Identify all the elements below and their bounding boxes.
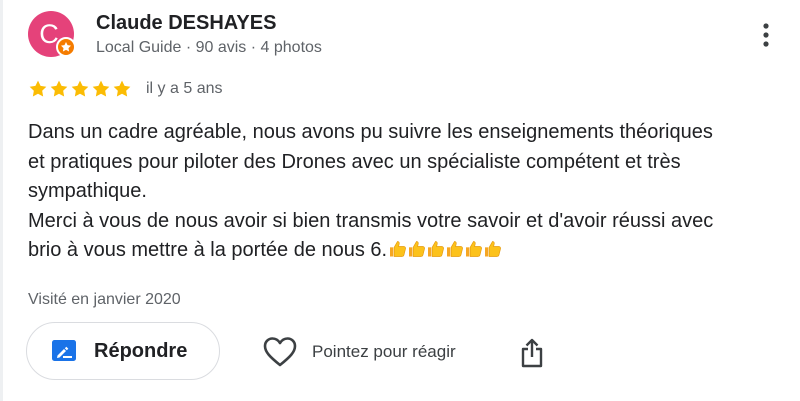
reviewer-name[interactable]: Claude DESHAYES (96, 12, 276, 35)
thumbs-up-icon (447, 241, 464, 257)
thumbs-up-icon (428, 241, 445, 257)
review-text-line-last: brio à vous mettre à la portée de nous 6… (28, 236, 788, 269)
star-icon (113, 80, 131, 97)
thumbs-up-icon (390, 241, 407, 257)
review-text-line: Merci à vous de nous avoir si bien trans… (28, 209, 714, 232)
star-rating (28, 79, 132, 99)
review-text-line: sympathique. (28, 180, 147, 202)
edit-reply-icon (52, 340, 76, 361)
star-icon (61, 42, 71, 52)
react-label: Pointez pour réagir (312, 342, 456, 361)
left-border (0, 0, 3, 401)
thumbs-up-icon (409, 241, 426, 257)
review-text-line: et pratiques pour piloter des Drones ave… (28, 150, 681, 173)
review-text-line: brio à vous mettre à la portée de nous 6… (28, 239, 388, 261)
reviewer-meta: Local Guide · 90 avis · 4 photos (96, 39, 322, 56)
review-date: il y a 5 ans (146, 80, 223, 97)
heart-icon (263, 337, 297, 367)
more-vert-icon[interactable] (756, 20, 776, 50)
thumbs-up-emojis (387, 239, 502, 269)
star-icon (92, 80, 110, 97)
share-icon[interactable] (519, 337, 545, 369)
visit-date: Visité en janvier 2020 (28, 291, 181, 308)
local-guide-badge (56, 37, 76, 57)
star-icon (50, 80, 68, 97)
react-button[interactable]: Pointez pour réagir (262, 334, 456, 370)
reply-button[interactable]: Répondre (26, 322, 220, 380)
star-icon (71, 80, 89, 97)
thumbs-up-icon (466, 241, 483, 257)
review-text-line: Dans un cadre agréable, nous avons pu su… (28, 121, 713, 143)
thumbs-up-icon (485, 241, 502, 257)
reply-label: Répondre (94, 339, 188, 362)
review-text: Dans un cadre agréable, nous avons pu su… (28, 118, 788, 269)
star-icon (29, 80, 47, 97)
